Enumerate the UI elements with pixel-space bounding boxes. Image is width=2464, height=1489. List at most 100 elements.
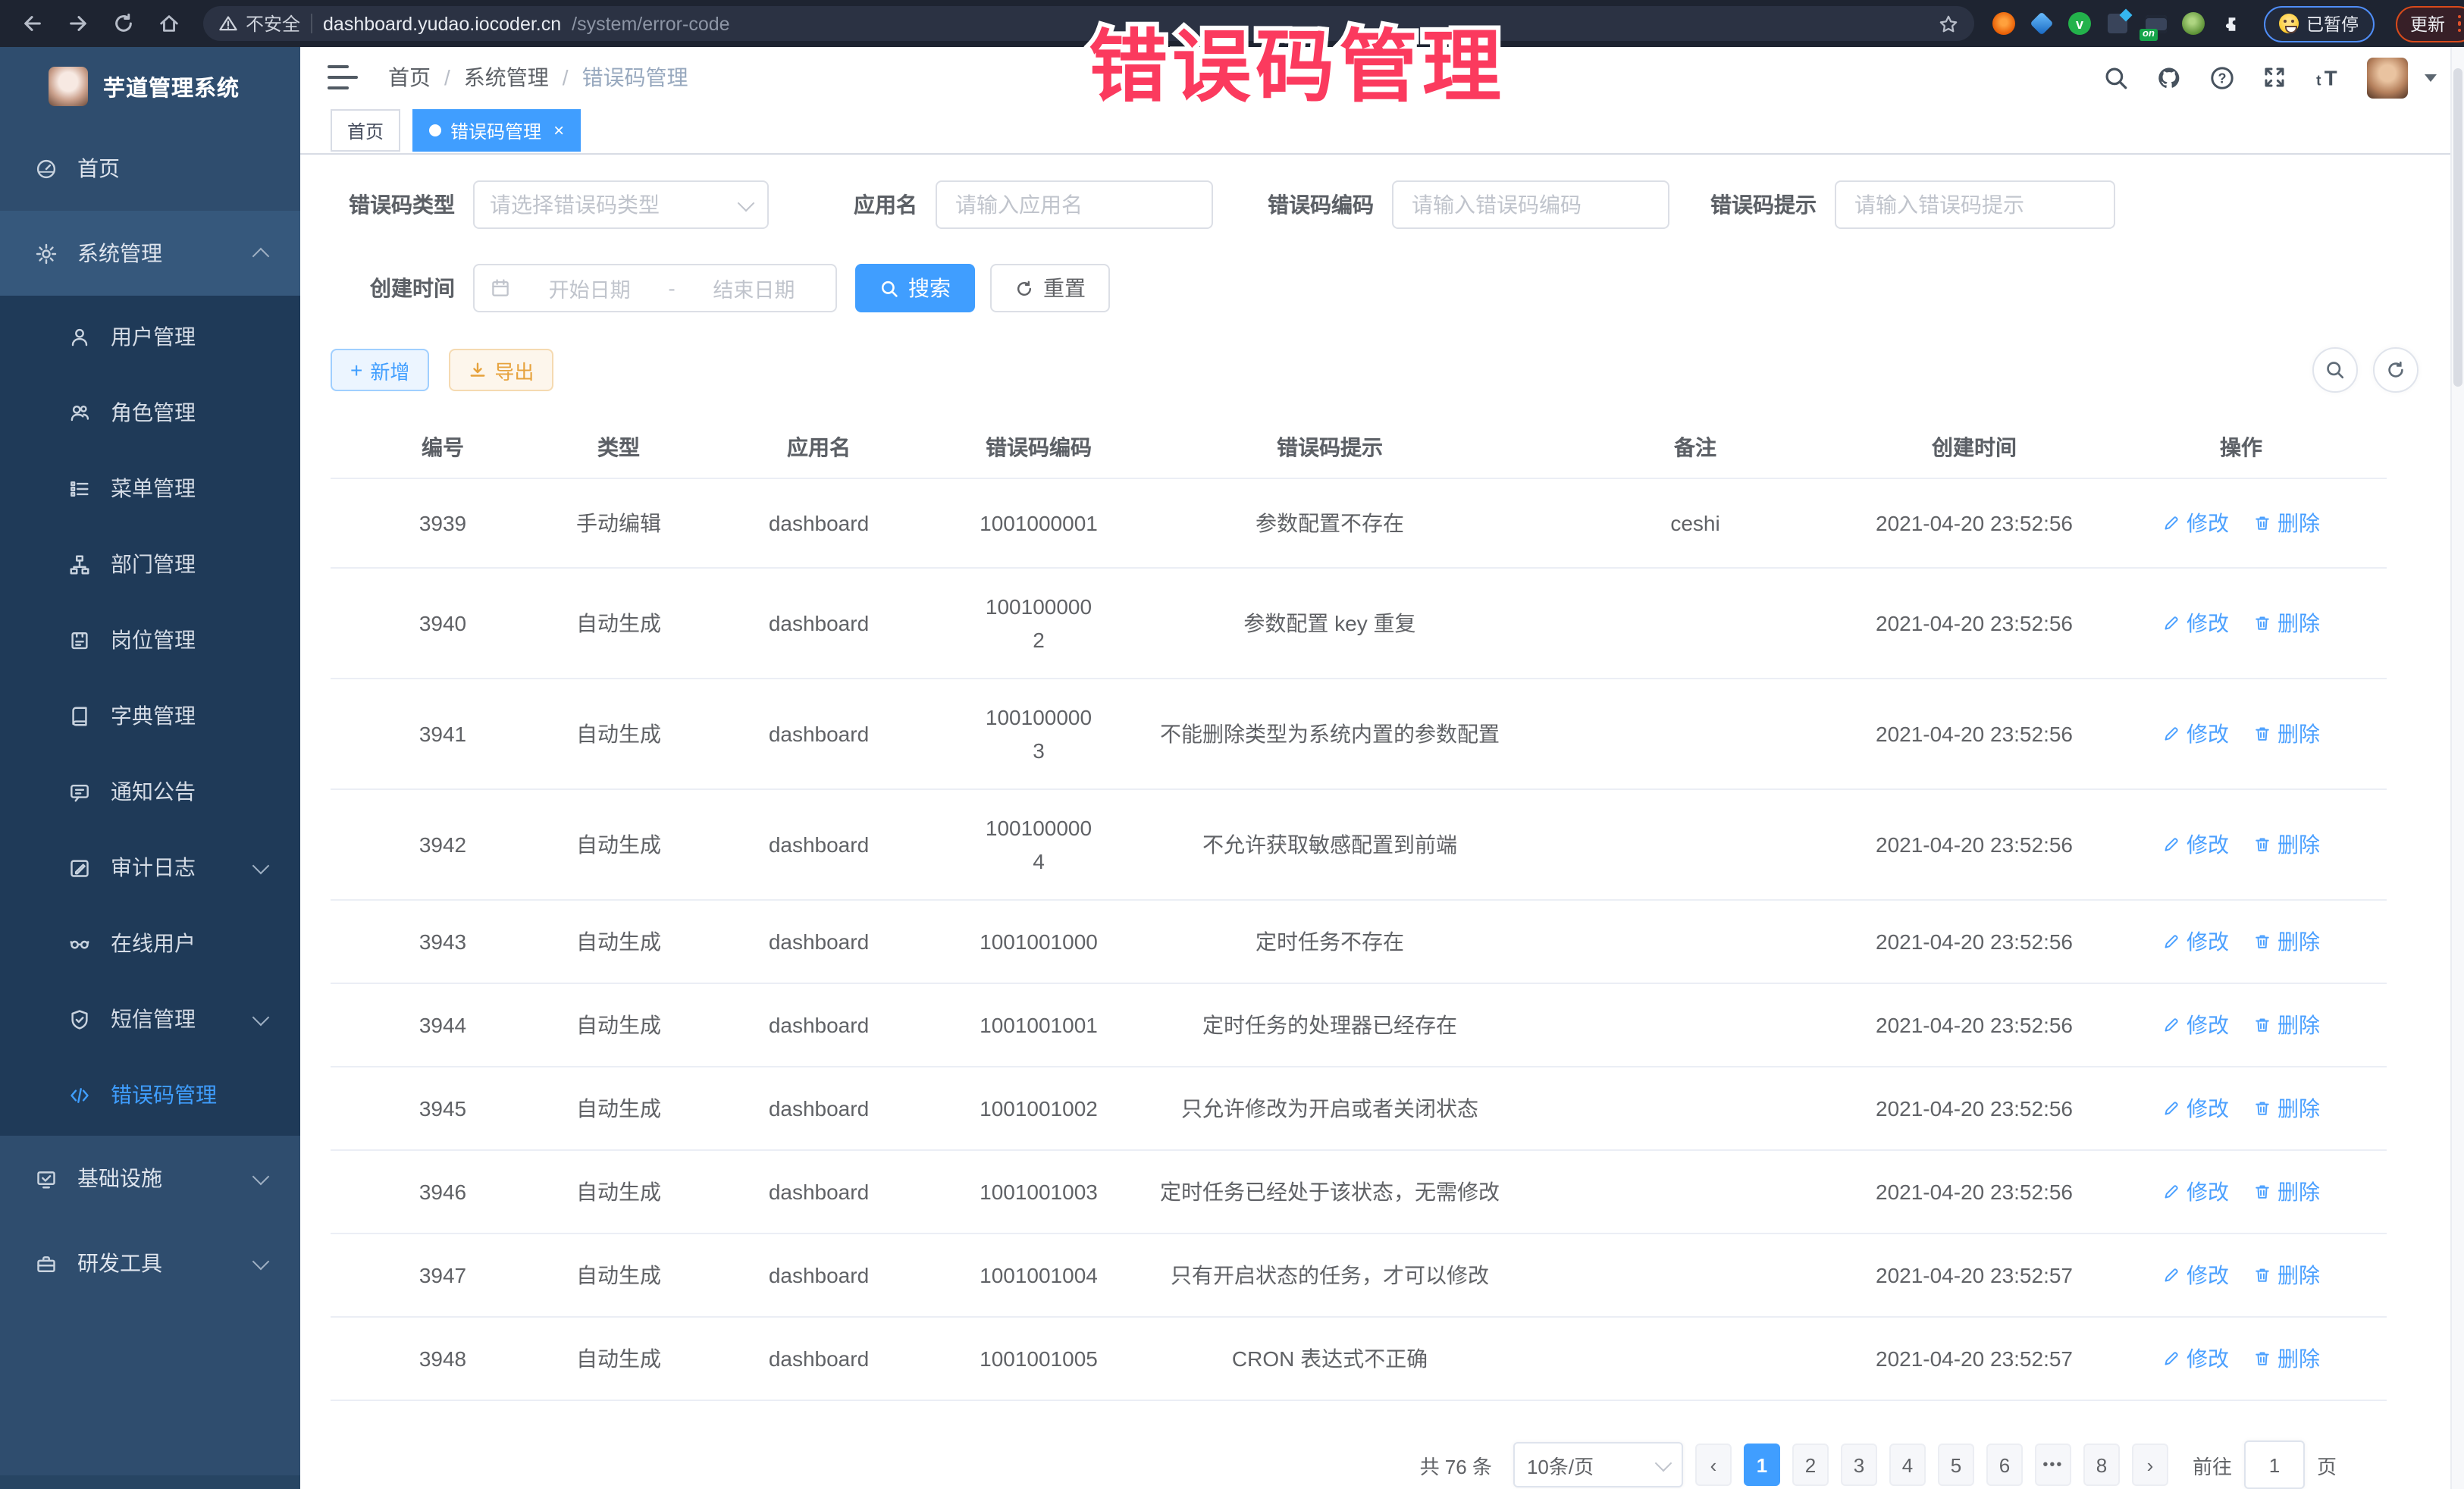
extensions-puzzle-icon[interactable] bbox=[2220, 12, 2243, 35]
extension-gem-icon[interactable] bbox=[2030, 12, 2053, 35]
edit-link[interactable]: 修改 bbox=[2162, 508, 2229, 538]
search-button[interactable]: 搜索 bbox=[855, 264, 975, 312]
next-page-button[interactable]: › bbox=[2132, 1444, 2168, 1486]
delete-link[interactable]: 删除 bbox=[2253, 829, 2320, 860]
kebab-menu-icon[interactable] bbox=[2457, 15, 2461, 33]
error-code-table: 编号类型应用名错误码编码错误码提示备注创建时间操作 3939手动编辑dashbo… bbox=[331, 417, 2387, 1401]
delete-link[interactable]: 删除 bbox=[2253, 1010, 2320, 1040]
fullscreen-icon[interactable] bbox=[2261, 64, 2288, 92]
page-button-8[interactable]: 8 bbox=[2083, 1444, 2120, 1486]
plus-icon: + bbox=[350, 359, 362, 381]
font-size-icon[interactable]: tT bbox=[2314, 64, 2341, 92]
page-button-1[interactable]: 1 bbox=[1744, 1444, 1780, 1486]
page-button-3[interactable]: 3 bbox=[1841, 1444, 1877, 1486]
app-logo-row[interactable]: 芋道管理系统 bbox=[0, 47, 300, 126]
show-search-button[interactable] bbox=[2312, 347, 2358, 393]
edit-link[interactable]: 修改 bbox=[2162, 829, 2229, 860]
extension-key-icon[interactable] bbox=[2182, 12, 2205, 35]
help-icon[interactable]: ? bbox=[2208, 64, 2235, 92]
error-message-input[interactable] bbox=[1835, 180, 2115, 229]
page-button-4[interactable]: 4 bbox=[1889, 1444, 1926, 1486]
scrollbar-thumb[interactable] bbox=[2453, 68, 2462, 387]
row-type: 手动编辑 bbox=[555, 478, 682, 568]
table-row: 3941自动生成dashboard100100000 3不能删除类型为系统内置的… bbox=[331, 679, 2387, 789]
sidebar-item-notice[interactable]: 通知公告 bbox=[0, 754, 300, 829]
reset-button[interactable]: 重置 bbox=[990, 264, 1110, 312]
page-button-2[interactable]: 2 bbox=[1792, 1444, 1829, 1486]
edit-link[interactable]: 修改 bbox=[2162, 1010, 2229, 1040]
close-icon[interactable]: × bbox=[553, 122, 564, 140]
bookmark-star-icon[interactable] bbox=[1938, 13, 1959, 34]
avatar[interactable] bbox=[2367, 58, 2408, 99]
more-pages-button[interactable]: ••• bbox=[2035, 1444, 2071, 1486]
sidebar-item-dept[interactable]: 部门管理 bbox=[0, 526, 300, 602]
app-name-input[interactable] bbox=[936, 180, 1213, 229]
edit-link[interactable]: 修改 bbox=[2162, 1260, 2229, 1290]
row-app-name: dashboard bbox=[682, 1234, 955, 1317]
browser-back-icon[interactable] bbox=[12, 5, 52, 42]
date-range-picker[interactable]: 开始日期 - 结束日期 bbox=[473, 264, 837, 312]
sidebar-item-errcode[interactable]: 错误码管理 bbox=[0, 1057, 300, 1133]
page-size-select[interactable]: 10条/页 bbox=[1513, 1442, 1683, 1487]
page-button-6[interactable]: 6 bbox=[1986, 1444, 2023, 1486]
edit-link[interactable]: 修改 bbox=[2162, 1093, 2229, 1124]
sidebar-item-sms[interactable]: 短信管理 bbox=[0, 981, 300, 1057]
chevron-down-icon bbox=[1655, 1454, 1672, 1472]
search-icon[interactable] bbox=[2102, 64, 2129, 92]
extension-green-icon[interactable]: v bbox=[2068, 12, 2091, 35]
page-button-5[interactable]: 5 bbox=[1938, 1444, 1974, 1486]
edit-link[interactable]: 修改 bbox=[2162, 926, 2229, 957]
extension-orange-icon[interactable] bbox=[1992, 12, 2015, 35]
edit-link[interactable]: 修改 bbox=[2162, 1177, 2229, 1207]
browser-home-icon[interactable] bbox=[149, 5, 188, 42]
github-icon[interactable] bbox=[2155, 64, 2182, 92]
sidebar-item-menu[interactable]: 菜单管理 bbox=[0, 450, 300, 526]
paused-extension-button[interactable]: 已暂停 bbox=[2264, 5, 2374, 42]
error-type-select[interactable]: 请选择错误码类型 bbox=[473, 180, 769, 229]
browser-reload-icon[interactable] bbox=[103, 5, 143, 42]
browser-update-button[interactable]: 更新 bbox=[2395, 5, 2464, 42]
delete-link[interactable]: 删除 bbox=[2253, 719, 2320, 749]
sidebar-item-audit[interactable]: 审计日志 bbox=[0, 829, 300, 905]
edit-link[interactable]: 修改 bbox=[2162, 719, 2229, 749]
app-title: 芋道管理系统 bbox=[103, 71, 240, 102]
browser-forward-icon[interactable] bbox=[58, 5, 97, 42]
delete-link[interactable]: 删除 bbox=[2253, 1260, 2320, 1290]
sidebar-collapse-icon[interactable] bbox=[328, 66, 358, 90]
sidebar-item-role[interactable]: 角色管理 bbox=[0, 375, 300, 450]
sidebar-item-post[interactable]: 岗位管理 bbox=[0, 602, 300, 678]
sidebar-item-online[interactable]: 在线用户 bbox=[0, 905, 300, 981]
security-status[interactable]: 不安全 bbox=[218, 11, 300, 36]
prev-page-button[interactable]: ‹ bbox=[1695, 1444, 1732, 1486]
scrollbar[interactable] bbox=[2450, 47, 2464, 1489]
delete-link[interactable]: 删除 bbox=[2253, 926, 2320, 957]
edit-link[interactable]: 修改 bbox=[2162, 1343, 2229, 1374]
sidebar-item-dict[interactable]: 字典管理 bbox=[0, 678, 300, 754]
breadcrumb-home[interactable]: 首页 bbox=[388, 63, 431, 93]
tab-home[interactable]: 首页 bbox=[331, 110, 400, 152]
export-button[interactable]: 导出 bbox=[449, 349, 553, 391]
sidebar-item-home[interactable]: 首页 bbox=[0, 126, 300, 211]
extension-switch-icon[interactable]: on bbox=[2144, 12, 2167, 35]
sidebar-item-user[interactable]: 用户管理 bbox=[0, 299, 300, 375]
add-button[interactable]: + 新增 bbox=[331, 349, 429, 391]
delete-link[interactable]: 删除 bbox=[2253, 1343, 2320, 1374]
edit-link[interactable]: 修改 bbox=[2162, 608, 2229, 638]
sidebar-item-system[interactable]: 系统管理 bbox=[0, 211, 300, 296]
sidebar-item-infra[interactable]: 基础设施 bbox=[0, 1136, 300, 1221]
svg-text:T: T bbox=[2324, 66, 2337, 89]
delete-link[interactable]: 删除 bbox=[2253, 1093, 2320, 1124]
extension-grid-icon[interactable] bbox=[2106, 12, 2129, 35]
delete-link[interactable]: 删除 bbox=[2253, 508, 2320, 538]
refresh-table-button[interactable] bbox=[2373, 347, 2419, 393]
chevron-down-icon[interactable] bbox=[2425, 74, 2437, 82]
url-path: /system/error-code bbox=[572, 13, 729, 34]
error-code-input[interactable] bbox=[1392, 180, 1669, 229]
goto-page-input[interactable] bbox=[2244, 1440, 2305, 1489]
delete-link[interactable]: 删除 bbox=[2253, 608, 2320, 638]
sidebar-item-devtools[interactable]: 研发工具 bbox=[0, 1221, 300, 1306]
tab-error-code[interactable]: 错误码管理 × bbox=[412, 110, 581, 152]
delete-link[interactable]: 删除 bbox=[2253, 1177, 2320, 1207]
breadcrumb-system[interactable]: 系统管理 bbox=[464, 63, 549, 93]
row-error-message: 定时任务已经处于该状态，无需修改 bbox=[1122, 1150, 1538, 1234]
